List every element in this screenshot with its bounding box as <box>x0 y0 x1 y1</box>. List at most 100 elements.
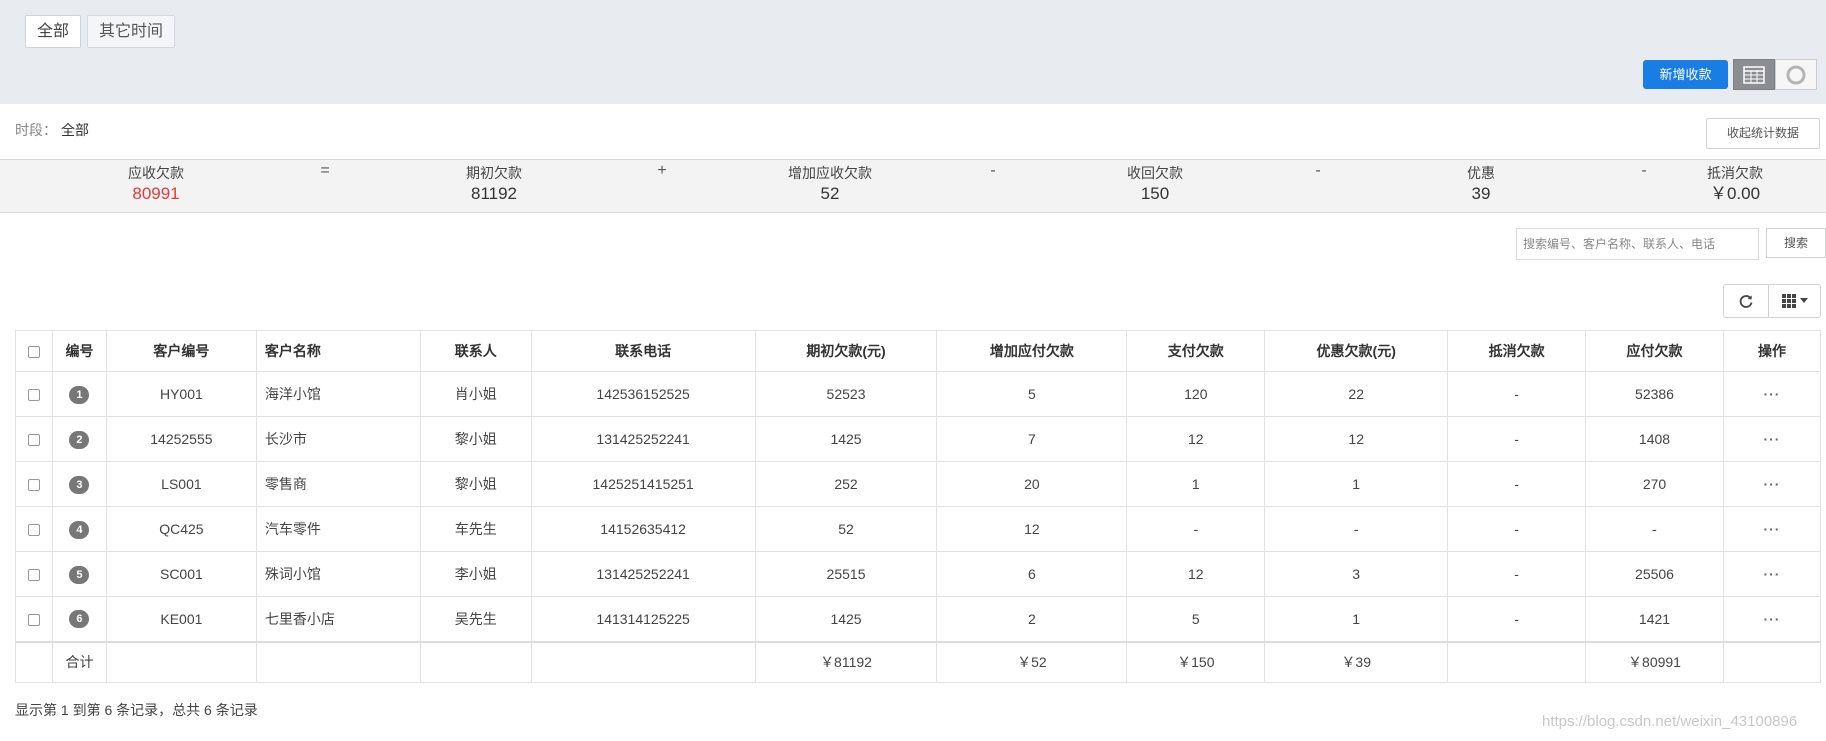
more-actions-icon[interactable]: ··· <box>1763 566 1780 582</box>
col-header[interactable]: 优惠欠款(元) <box>1264 330 1449 372</box>
paid-debt: 12 <box>1126 551 1266 597</box>
row-number-badge: 6 <box>69 610 90 629</box>
total-opening: ￥81192 <box>754 640 938 683</box>
row-checkbox[interactable] <box>27 479 40 492</box>
search-input[interactable]: 搜索编号、客户名称、联系人、电话 <box>1516 228 1759 260</box>
period-value: 全部 <box>61 122 89 138</box>
operator: = <box>320 162 330 179</box>
row-checkbox[interactable] <box>27 614 40 627</box>
discount-debt: 12 <box>1264 416 1449 462</box>
tab-all[interactable]: 全部 <box>25 15 82 48</box>
more-actions-icon[interactable]: ··· <box>1763 521 1780 537</box>
contact-phone: 131425252241 <box>530 551 756 597</box>
operator: + <box>657 162 667 179</box>
contact-phone: 14152635412 <box>530 506 756 552</box>
col-header[interactable]: 客户名称 <box>255 330 421 372</box>
added-debt: 2 <box>936 596 1128 642</box>
col-header[interactable]: 编号 <box>51 330 107 372</box>
row-checkbox[interactable] <box>27 434 40 447</box>
col-header[interactable]: 支付欠款 <box>1126 330 1266 372</box>
opening-debt: 52 <box>754 506 938 552</box>
tab-other-time[interactable]: 其它时间 <box>87 15 176 48</box>
total-empty-cell <box>1447 640 1587 683</box>
stat-label: 期初欠款 <box>466 165 522 181</box>
contact-phone: 131425252241 <box>530 416 756 462</box>
payable-debt: 25506 <box>1585 551 1724 597</box>
collapse-stats-button[interactable]: 收起统计数据 <box>1706 118 1820 149</box>
table-row[interactable]: 6 KE001 七里香小店 吴先生 141314125225 1425 2 5 … <box>15 596 1822 642</box>
refresh-button[interactable] <box>1723 284 1769 318</box>
opening-debt: 252 <box>754 461 938 507</box>
col-header[interactable]: 客户编号 <box>105 330 257 372</box>
opening-debt: 25515 <box>754 551 938 597</box>
contact-person: 黎小姐 <box>419 416 532 462</box>
row-actions-cell: ··· <box>1722 416 1822 462</box>
table-row[interactable]: 3 LS001 零售商 黎小姐 1425251415251 252 20 1 1… <box>15 461 1822 507</box>
paid-debt: 5 <box>1126 596 1266 642</box>
pagination-info: 显示第 1 到第 6 条记录，总共 6 条记录 <box>15 702 258 718</box>
contact-person: 黎小姐 <box>419 461 532 507</box>
operator: - <box>1641 162 1647 179</box>
row-number-cell: 1 <box>51 371 107 417</box>
row-actions-cell: ··· <box>1722 371 1822 417</box>
added-debt: 7 <box>936 416 1128 462</box>
stat-opening: 期初欠款 81192 <box>466 164 522 206</box>
total-discount: ￥39 <box>1264 640 1449 683</box>
row-checkbox[interactable] <box>27 524 40 537</box>
row-number-cell: 6 <box>51 596 107 642</box>
search-button[interactable]: 搜索 <box>1766 228 1826 258</box>
payable-debt: 52386 <box>1585 371 1724 417</box>
paid-debt: 12 <box>1126 416 1266 462</box>
stat-value: ￥0.00 <box>1709 184 1761 203</box>
paid-debt: - <box>1126 506 1266 552</box>
contact-phone: 142536152525 <box>530 371 756 417</box>
customer-name: 海洋小馆 <box>255 371 421 417</box>
chart-view-button[interactable] <box>1775 59 1817 90</box>
view-toggle <box>1733 59 1817 90</box>
table-row[interactable]: 2 14252555 长沙市 黎小姐 131425252241 1425 7 1… <box>15 416 1822 462</box>
table-row[interactable]: 4 QC425 汽车零件 车先生 14152635412 52 12 - - -… <box>15 506 1822 552</box>
more-actions-icon[interactable]: ··· <box>1763 611 1780 627</box>
total-row: 合计 ￥81192 ￥52 ￥150 ￥39 ￥80991 <box>15 640 1822 683</box>
paid-debt: 1 <box>1126 461 1266 507</box>
stat-discount: 优惠 39 <box>1467 164 1495 206</box>
col-header[interactable]: 期初欠款(元) <box>754 330 938 372</box>
discount-debt: 1 <box>1264 461 1449 507</box>
total-empty-cell <box>105 640 257 683</box>
col-header[interactable]: 联系人 <box>419 330 532 372</box>
offset-debt: - <box>1447 551 1587 597</box>
row-number-badge: 3 <box>69 475 90 494</box>
new-payment-button[interactable]: 新增收款 <box>1643 60 1728 89</box>
select-all-cell <box>15 330 53 372</box>
customer-code: HY001 <box>105 371 257 417</box>
total-empty-cell <box>15 640 53 683</box>
discount-debt: - <box>1264 506 1449 552</box>
table-row[interactable]: 1 HY001 海洋小馆 肖小姐 142536152525 52523 5 12… <box>15 371 1822 417</box>
row-checkbox[interactable] <box>27 569 40 582</box>
col-header[interactable]: 联系电话 <box>530 330 756 372</box>
select-all-checkbox[interactable] <box>27 346 40 359</box>
stat-value: 150 <box>1140 184 1170 203</box>
stat-receivable: 应收欠款 80991 <box>128 164 184 206</box>
payable-debt: 270 <box>1585 461 1724 507</box>
more-actions-icon[interactable]: ··· <box>1763 386 1780 402</box>
stat-added: 增加应收欠款 52 <box>788 164 872 206</box>
col-header[interactable]: 增加应付欠款 <box>936 330 1128 372</box>
more-actions-icon[interactable]: ··· <box>1763 476 1780 492</box>
col-header[interactable]: 应付欠款 <box>1585 330 1724 372</box>
columns-button[interactable] <box>1769 284 1821 318</box>
discount-debt: 22 <box>1264 371 1449 417</box>
stats-bar: 应收欠款 80991 = 期初欠款 81192 + 增加应收欠款 52 - 收回… <box>0 159 1826 213</box>
payable-debt: 1421 <box>1585 596 1724 642</box>
contact-person: 吴先生 <box>419 596 532 642</box>
row-checkbox[interactable] <box>27 389 40 402</box>
more-actions-icon[interactable]: ··· <box>1763 431 1780 447</box>
table-view-button[interactable] <box>1733 59 1775 90</box>
col-header[interactable]: 抵消欠款 <box>1447 330 1587 372</box>
stat-value: 81192 <box>470 184 517 203</box>
added-debt: 12 <box>936 506 1128 552</box>
paid-debt: 120 <box>1126 371 1266 417</box>
table-grid-icon <box>1743 65 1765 84</box>
contact-person: 李小姐 <box>419 551 532 597</box>
table-row[interactable]: 5 SC001 殊词小馆 李小姐 131425252241 25515 6 12… <box>15 551 1822 597</box>
